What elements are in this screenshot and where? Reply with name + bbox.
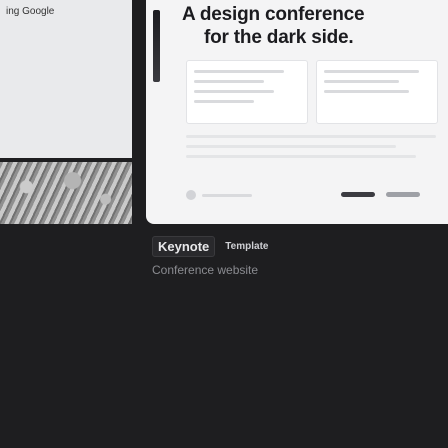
thumb-mock-chip <box>386 192 420 197</box>
right-card-subtitle: Conference website <box>152 263 259 277</box>
right-card-meta: Keynote Template Conference website <box>152 236 268 277</box>
thumb-headline-line2: for the dark side. <box>204 27 354 48</box>
thumb-mock-line <box>186 135 436 138</box>
template-badge: Template <box>225 241 269 252</box>
thumb-mock-line <box>324 80 399 83</box>
right-card-thumbnail[interactable]: A design conference for the dark side. <box>146 0 448 224</box>
thumb-accent-bar <box>153 10 160 82</box>
thumb-mock-line <box>194 80 264 83</box>
thumb-mock-line <box>194 70 284 73</box>
thumb-mock-line <box>194 90 274 93</box>
thumb-mock-line <box>324 90 409 93</box>
left-card-thumbnail[interactable]: ing Google <box>0 0 132 158</box>
thumb-mock-avatar <box>186 190 196 200</box>
thumb-mock-chip <box>341 192 375 197</box>
left-card-thumb-text: ing Google <box>6 6 55 17</box>
thumb-mock-line <box>186 155 416 158</box>
app-label[interactable]: Keynote <box>152 236 216 257</box>
thumb-mock-line <box>186 145 396 148</box>
thumb-mock-line <box>194 100 254 103</box>
left-card-image[interactable] <box>0 162 132 224</box>
thumb-headline-line1: A design conference <box>182 4 365 25</box>
thumb-headline: A design conference for the dark side. <box>182 3 365 49</box>
right-card-title-row: Keynote Template <box>152 236 268 257</box>
thumb-mock-line <box>202 194 252 197</box>
thumb-mock-line <box>324 70 419 73</box>
